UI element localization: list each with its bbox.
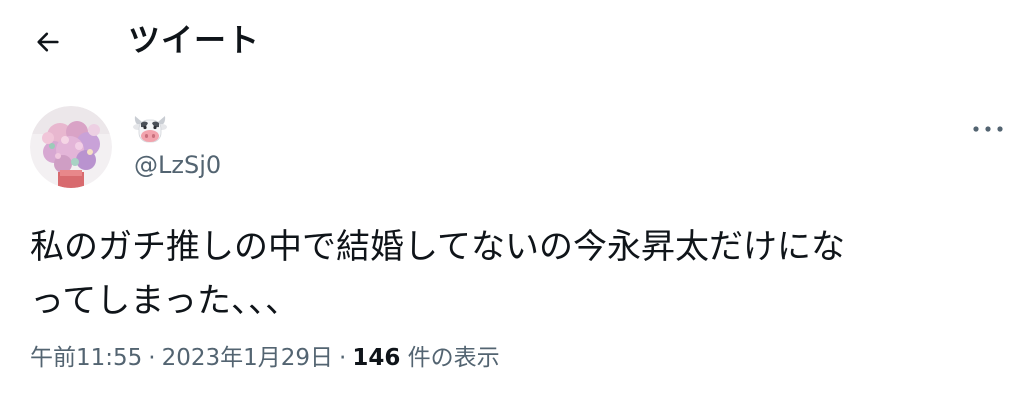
tweet-date[interactable]: 2023年1月29日 (162, 345, 333, 371)
page-title: ツイート (128, 21, 261, 59)
tweet-metadata: 午前11:55 · 2023年1月29日 · 146 件の表示 (30, 338, 500, 378)
back-button[interactable] (28, 22, 68, 62)
back-arrow-icon (37, 32, 59, 52)
flower-bouquet-avatar (30, 106, 112, 188)
meta-separator: · (339, 345, 347, 371)
meta-separator: · (148, 345, 156, 371)
avatar[interactable] (30, 106, 112, 188)
view-count: 146 (352, 345, 401, 371)
user-handle[interactable]: @LzSj0 (134, 149, 221, 181)
display-name[interactable] (132, 112, 168, 146)
tweet-time[interactable]: 午前11:55 (30, 345, 142, 371)
more-dots-icon (973, 126, 1003, 132)
view-count-label: 件の表示 (400, 345, 500, 371)
cow-face-emoji-icon (133, 116, 167, 143)
top-bar: ツイート (0, 0, 1024, 84)
tweet-text: 私のガチ推しの中で結婚してないの今永昇太だけにな ってしまった、、、 (30, 227, 845, 321)
view-count-link[interactable]: 146 件の表示 (352, 345, 499, 371)
more-options-button[interactable] (968, 114, 1008, 144)
